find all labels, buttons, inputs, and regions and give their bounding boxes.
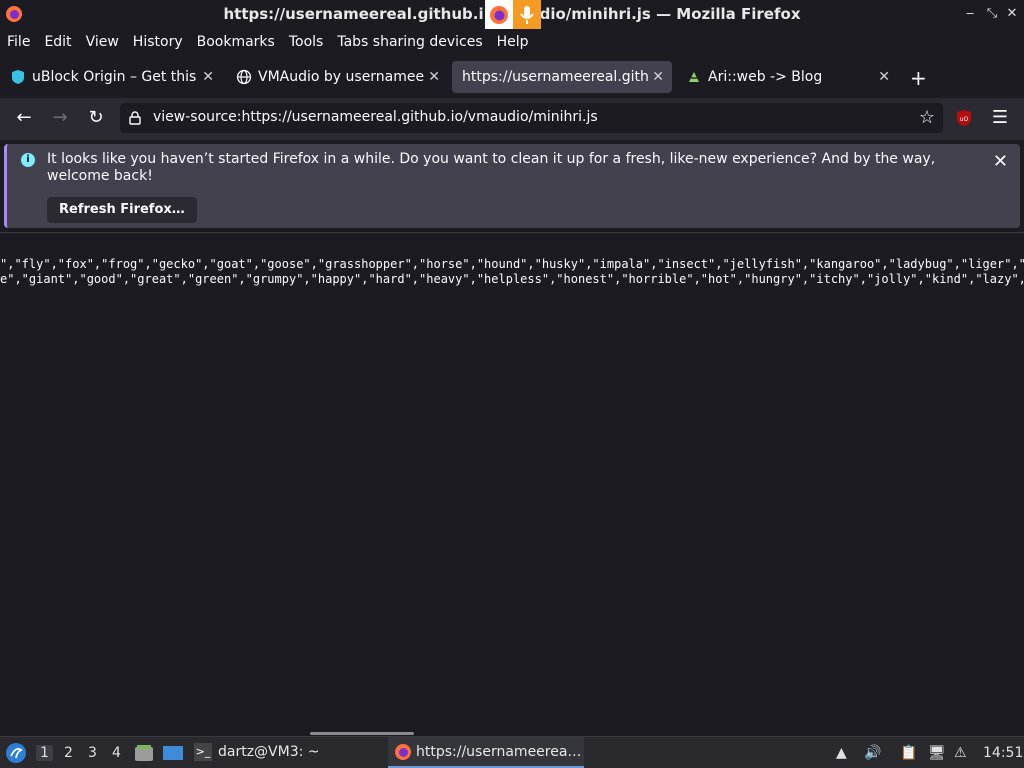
menu-file[interactable]: File [7,34,30,50]
notification-message: It looks like you haven’t started Firefo… [47,151,936,184]
menu-tools[interactable]: Tools [289,34,324,50]
hamburger-menu-icon[interactable]: ☰ [988,107,1012,131]
forward-arrow-icon[interactable]: → [48,107,72,131]
tab-close-icon[interactable]: ✕ [878,69,890,85]
refresh-firefox-button[interactable]: Refresh Firefox… [47,197,197,223]
ublock-icon [12,70,24,84]
menu-history[interactable]: History [133,34,183,50]
clock[interactable]: 14:51 [983,745,1023,761]
menu-view[interactable]: View [86,34,119,50]
workspace-2[interactable]: 2 [64,745,73,761]
tab-ublock[interactable]: uBlock Origin – Get this E ✕ [0,61,222,93]
firefox-overlay-icon[interactable] [485,0,513,30]
bookmark-star-icon[interactable]: ☆ [919,107,935,128]
horizontal-scrollbar[interactable] [310,732,414,735]
maximize-button[interactable]: ⤡ [984,6,1000,22]
source-line: e","giant","good","great","green","grump… [0,272,1024,286]
new-tab-plus-icon[interactable]: + [910,66,927,90]
tab-bar: uBlock Origin – Get this E ✕ VMAudio by … [0,56,1024,98]
source-line: ","fly","fox","frog","gecko","goat","goo… [0,257,1024,271]
menu-bookmarks[interactable]: Bookmarks [197,34,275,50]
firefox-taskbar-icon [395,744,411,760]
workspace-1[interactable]: 1 [36,745,53,761]
workspace-3[interactable]: 3 [88,745,97,761]
taskbar-firefox[interactable]: https://usernameerea… [388,737,584,768]
update-notifier-icon[interactable]: ⚠ [954,745,967,761]
microphone-indicator-icon[interactable] [513,0,541,30]
blog-icon [689,72,699,82]
tab-ari-blog[interactable]: Ari::web -> Blog ✕ [676,61,898,93]
tab-vmaudio[interactable]: VMAudio by usernamee ✕ [226,61,448,93]
tab-minihri-source[interactable]: https://usernameereal.githu ✕ [452,61,672,93]
close-notification-icon[interactable]: ✕ [993,151,1008,172]
info-icon: i [21,153,35,167]
network-icon[interactable]: 🖥 [928,745,946,761]
terminal-icon: >_ [194,743,212,761]
refresh-firefox-notification: i It looks like you haven’t started Fire… [4,144,1020,228]
lock-icon[interactable] [129,111,141,125]
url-text[interactable]: view-source:https://usernameereal.github… [153,109,598,125]
close-window-button[interactable]: ✕ [1004,6,1020,22]
tab-close-icon[interactable]: ✕ [652,69,664,85]
show-desktop-icon[interactable] [162,743,184,763]
menu-help[interactable]: Help [497,34,529,50]
file-manager-icon[interactable] [134,743,154,763]
window-titlebar: https://usernameereal.github.i dio/minihr… [0,0,1024,30]
reload-icon[interactable]: ↻ [84,107,108,131]
menu-bar: File Edit View History Bookmarks Tools T… [0,29,1024,54]
ublock-extension-icon[interactable]: uO [955,109,973,127]
tab-close-icon[interactable]: ✕ [202,69,214,85]
url-bar[interactable]: view-source:https://usernameereal.github… [120,103,943,133]
back-arrow-icon[interactable]: ← [12,107,36,131]
taskbar-terminal[interactable]: >_ dartz@VM3: ~ [194,743,320,761]
clipboard-icon[interactable]: 📋 [900,745,917,761]
navigation-toolbar: ← → ↻ view-source:https://usernameereal.… [0,98,1024,140]
workspace-4[interactable]: 4 [112,745,121,761]
svg-text:uO: uO [960,116,969,123]
menu-tabs-sharing[interactable]: Tabs sharing devices [337,34,482,50]
tab-close-icon[interactable]: ✕ [428,69,440,85]
system-taskbar: 1 2 3 4 >_ dartz@VM3: ~ https://usernamee… [0,736,1024,768]
minimize-button[interactable]: ‒ [962,6,978,22]
page-source-view: ","fly","fox","frog","gecko","goat","goo… [0,232,1024,732]
start-menu-icon[interactable] [4,741,28,765]
volume-icon[interactable]: 🔊 [864,745,881,761]
menu-edit[interactable]: Edit [44,34,71,50]
tray-arrow-icon[interactable]: ▲ [836,745,847,761]
globe-icon [236,69,252,85]
